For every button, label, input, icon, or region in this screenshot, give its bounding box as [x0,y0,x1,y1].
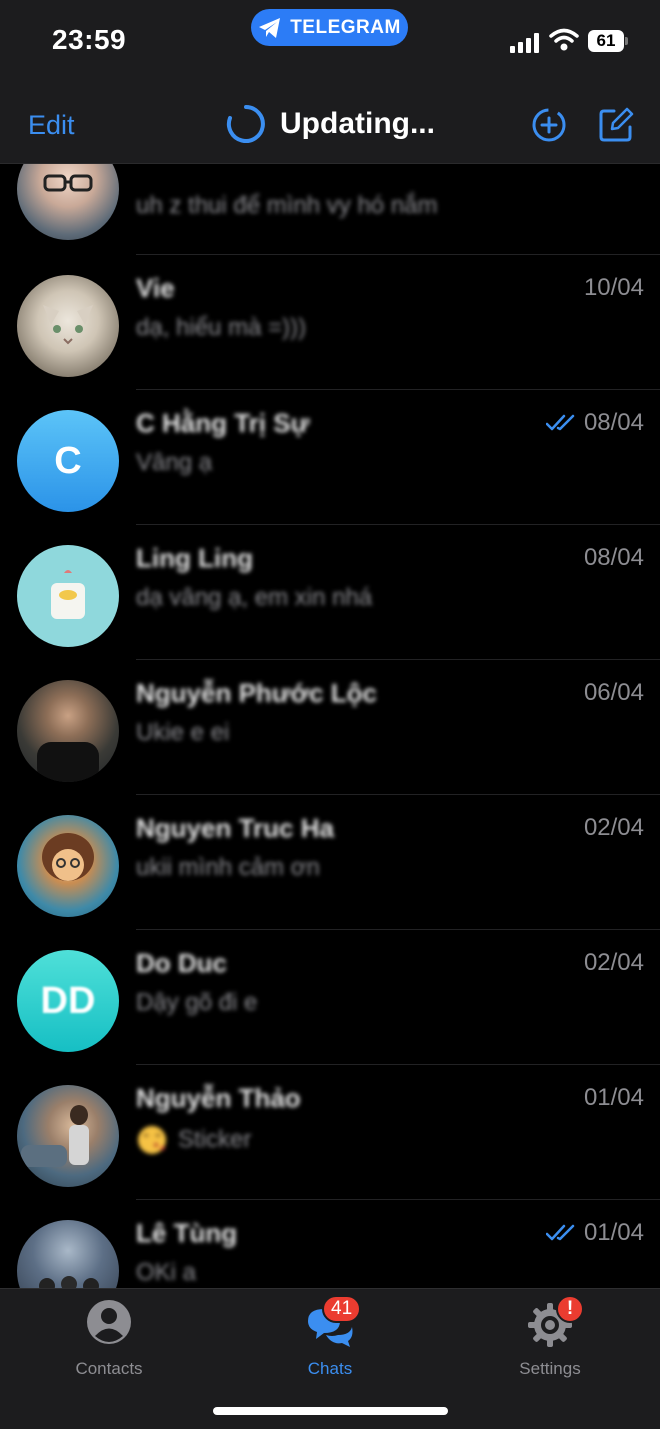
date-text: 01/04 [583,1084,644,1111]
avatar: C [17,410,119,512]
chat-date: 08/04 [584,544,644,572]
tab-label: Settings [519,1359,581,1378]
chat-name: Do Duc [136,948,227,978]
edit-button[interactable]: Edit [28,110,75,141]
chat-date: 01/04 [545,1219,644,1247]
chat-row[interactable]: Ling Ling dạ vâng ạ, em xin nhá 08/04 [0,525,660,660]
chat-row[interactable]: Lê Tùng OKi a 01/04 [0,1200,660,1288]
status-time: 23:59 [52,24,127,55]
wifi-icon [549,28,579,51]
tab-contacts[interactable]: Contacts [39,1299,179,1383]
avatar [17,680,119,782]
chat-date: 08/04 [545,409,644,437]
tab-settings[interactable]: ! Settings [480,1295,620,1383]
photo-avatar-icon [21,1105,89,1167]
chat-preview: uh z thui để mình vy hó nắm [136,192,438,219]
chat-name: Vie [136,273,175,303]
chat-date: 06/04 [584,679,644,707]
date-text: 02/04 [583,949,644,976]
battery-icon: 61 [588,30,624,52]
chat-name: Nguyễn Thảo [136,1083,301,1113]
chat-name: C Hằng Trị Sự [136,408,310,438]
home-indicator[interactable] [213,1407,448,1415]
date-text: 08/04 [583,544,644,571]
cat-icon [43,305,93,345]
chat-row[interactable]: DD Do Duc Dậy gõ đi e 02/04 [0,930,660,1065]
chat-date: 02/04 [584,949,644,977]
preview-text: Sticker [178,1126,252,1153]
chat-preview: OKi a [136,1259,197,1286]
chat-preview: Dậy gõ đi e [136,989,258,1016]
contacts-icon [87,1300,131,1344]
chat-row[interactable]: Vie dạ, hiểu mà =))) 10/04 [0,255,660,390]
avatar: DD [17,950,119,1052]
chats-header: Edit Updating... [0,80,660,164]
date-text: 08/04 [583,409,644,436]
chat-date: 10/04 [584,274,644,302]
app-pill-label: TELEGRAM [290,16,401,38]
glasses-face-icon [43,174,93,192]
page-title: Updating... [280,107,435,140]
person-photo-icon [37,742,99,782]
tab-label: Contacts [75,1359,143,1378]
double-check-icon [545,1224,575,1241]
telegram-plane-icon [259,17,281,38]
avatar-initials: DD [40,979,96,1022]
chat-date: 01/04 [584,1084,644,1112]
avatar [17,1085,119,1187]
date-text: 02/04 [583,814,644,841]
chat-row[interactable]: Nguyễn Phước Lộc Ukie e ei 06/04 [0,660,660,795]
chat-preview: Ukie e ei [136,719,230,746]
status-bar: 23:59 TELEGRAM 61 [0,0,660,80]
chat-name: Nguyen Truc Ha [136,813,334,843]
date-text: 10/04 [583,274,644,301]
avatar [17,275,119,377]
chat-name: Nguyễn Phước Lộc [136,678,378,708]
date-text: 06/04 [583,679,644,706]
chat-list[interactable]: uh z thui để mình vy hó nắm Vie dạ, hiểu… [0,164,660,1288]
chat-row[interactable]: C C Hằng Trị Sự Vâng ạ 08/04 [0,390,660,525]
spinner-icon [226,105,265,143]
double-check-icon [545,414,575,431]
compose-icon[interactable] [598,107,634,143]
chat-row[interactable]: uh z thui để mình vy hó nắm [0,164,660,255]
chat-preview: ukii mình cảm ơn [136,854,320,881]
header-title: Updating... [226,104,435,144]
avatar [17,815,119,917]
avatar [17,164,119,240]
chat-preview: Vâng ạ [136,449,213,476]
kissing-face-emoji-icon [138,1126,166,1154]
sticker-avatar-icon [51,570,85,619]
signal-icon [510,33,539,53]
telegram-pill[interactable]: TELEGRAM [251,9,408,46]
chat-name: Ling Ling [136,543,253,573]
chat-row[interactable]: Nguyen Truc Ha ukii mình cảm ơn 02/04 [0,795,660,930]
avatar-initials: C [54,439,82,482]
chat-row[interactable]: Nguyễn Thảo Sticker 01/04 [0,1065,660,1200]
new-story-icon[interactable] [531,107,567,143]
chat-preview: Sticker [136,1124,251,1156]
avatar [17,545,119,647]
group-photo-icon [39,1276,99,1288]
battery-cap [625,37,628,45]
chat-preview: dạ, hiểu mà =))) [136,314,307,341]
tab-label: Chats [307,1359,353,1378]
chat-date: 02/04 [584,814,644,842]
tab-chats[interactable]: 41 Chats [260,1295,400,1383]
battery-level: 61 [596,31,616,50]
chat-preview: dạ vâng ạ, em xin nhá [136,584,373,611]
avatar [17,1220,119,1288]
chats-unread-badge: 41 [322,1295,362,1323]
settings-alert-badge: ! [556,1295,584,1323]
chat-name: Lê Tùng [136,1218,238,1248]
cartoon-girl-icon [42,833,94,881]
date-text: 01/04 [583,1219,644,1246]
